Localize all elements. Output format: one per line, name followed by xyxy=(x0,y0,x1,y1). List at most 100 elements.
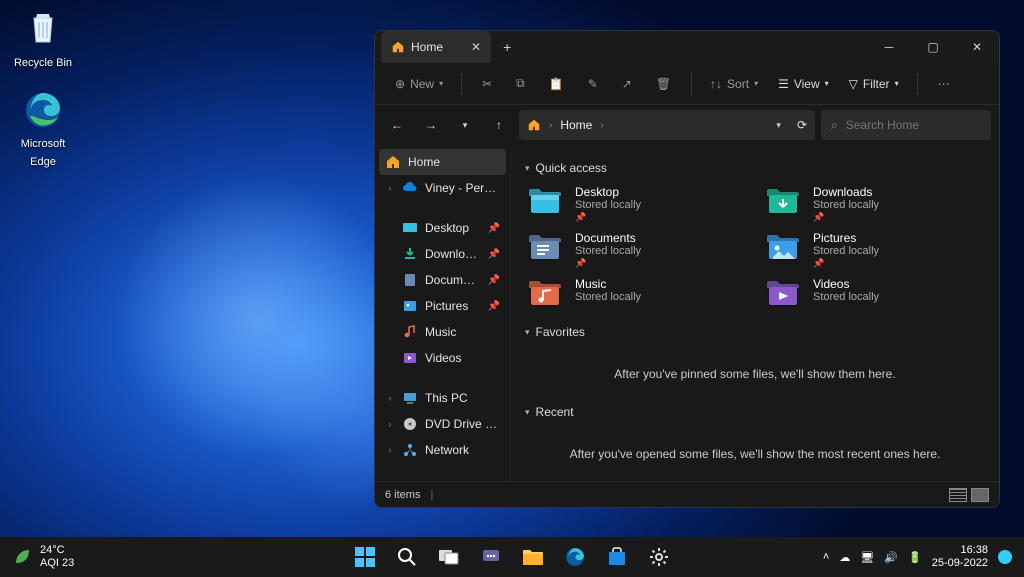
quick-access-videos[interactable]: VideosStored locally xyxy=(763,277,985,311)
cut-button[interactable]: ✂ xyxy=(472,72,502,96)
desktop-folder-icon xyxy=(402,220,418,236)
sidebar-item-music[interactable]: Music xyxy=(375,319,510,345)
sidebar-item-pictures[interactable]: Pictures 📌 xyxy=(375,293,510,319)
downloads-icon xyxy=(402,246,418,262)
onedrive-tray-icon[interactable]: ☁ xyxy=(839,551,850,564)
titlebar[interactable]: Home ✕ + ─ ▢ ✕ xyxy=(375,31,999,63)
desktop-icon-recycle-bin[interactable]: Recycle Bin xyxy=(8,8,78,71)
qa-item-sub: Stored locally xyxy=(813,245,879,257)
expand-icon[interactable]: › xyxy=(385,419,395,429)
status-bar: 6 items | xyxy=(375,481,999,507)
details-view-button[interactable] xyxy=(949,488,967,502)
chat-button[interactable] xyxy=(473,539,509,575)
expand-icon[interactable]: › xyxy=(385,183,395,193)
quick-access-desktop[interactable]: DesktopStored locally📌 xyxy=(525,185,747,223)
sidebar-item-onedrive[interactable]: › Viney - Personal xyxy=(375,175,510,201)
qa-item-name: Music xyxy=(575,277,641,291)
section-quick-access[interactable]: ▾ Quick access xyxy=(525,161,985,175)
clock[interactable]: 16:38 25-09-2022 xyxy=(932,544,988,570)
sidebar-item-downloads[interactable]: Downloads 📌 xyxy=(375,241,510,267)
sidebar-item-videos[interactable]: Videos xyxy=(375,345,510,371)
view-button[interactable]: ☰View▾ xyxy=(770,72,837,96)
address-dropdown-icon[interactable]: ▾ xyxy=(776,120,781,131)
minimize-button[interactable]: ─ xyxy=(867,31,911,63)
folder-icon xyxy=(525,231,565,265)
tab-home[interactable]: Home ✕ xyxy=(381,31,491,63)
weather-widget[interactable]: 24°C AQI 23 xyxy=(12,544,74,570)
qa-item-sub: Stored locally xyxy=(575,245,641,257)
sidebar-item-dvd[interactable]: › DVD Drive (D:) CCC xyxy=(375,411,510,437)
paste-button[interactable]: 📋 xyxy=(539,72,574,96)
sidebar-item-network[interactable]: › Network xyxy=(375,437,510,463)
store-button[interactable] xyxy=(599,539,635,575)
file-explorer-button[interactable] xyxy=(515,539,551,575)
item-count: 6 items xyxy=(385,489,420,501)
file-explorer-window: Home ✕ + ─ ▢ ✕ ⊕New▾ ✂ ⧉ 📋 ✎ ↗ 🗑 ↑↓Sort▾… xyxy=(374,30,1000,508)
documents-icon xyxy=(402,272,418,288)
section-recent[interactable]: ▾ Recent xyxy=(525,405,985,419)
expand-icon[interactable]: › xyxy=(385,393,395,403)
qa-item-name: Desktop xyxy=(575,185,641,199)
qa-item-sub: Stored locally xyxy=(575,199,641,211)
quick-access-documents[interactable]: DocumentsStored locally📌 xyxy=(525,231,747,269)
maximize-button[interactable]: ▢ xyxy=(911,31,955,63)
edge-icon xyxy=(22,89,64,131)
chevron-down-icon: ▾ xyxy=(525,163,530,174)
folder-icon xyxy=(763,185,803,219)
quick-access-music[interactable]: MusicStored locally xyxy=(525,277,747,311)
tab-label: Home xyxy=(411,40,443,54)
pin-icon: 📌 xyxy=(488,301,500,312)
pin-icon: 📌 xyxy=(488,249,500,260)
refresh-button[interactable]: ⟳ xyxy=(797,118,807,132)
weather-temp: 24°C xyxy=(40,544,74,557)
folder-icon xyxy=(763,231,803,265)
pin-icon: 📌 xyxy=(813,258,879,269)
network-tray-icon[interactable]: 🖥 xyxy=(860,551,874,564)
recent-dropdown[interactable]: ▾ xyxy=(451,111,479,139)
filter-button[interactable]: ▽Filter▾ xyxy=(841,72,907,96)
battery-tray-icon[interactable]: 🔋 xyxy=(908,551,922,564)
clock-date: 25-09-2022 xyxy=(932,557,988,570)
copy-button[interactable]: ⧉ xyxy=(506,71,535,96)
edge-taskbar-button[interactable] xyxy=(557,539,593,575)
start-button[interactable] xyxy=(347,539,383,575)
delete-button[interactable]: 🗑 xyxy=(646,72,681,96)
more-button[interactable]: ⋯ xyxy=(928,72,960,96)
quick-access-downloads[interactable]: DownloadsStored locally📌 xyxy=(763,185,985,223)
task-view-button[interactable] xyxy=(431,539,467,575)
content-pane: ▾ Quick access DesktopStored locally📌Dow… xyxy=(511,145,999,481)
taskbar[interactable]: 24°C AQI 23 ˄ ☁ 🖥 🔊 🔋 16:38 25-09-2022 xyxy=(0,537,1024,577)
pin-icon: 📌 xyxy=(488,275,500,286)
back-button[interactable]: ← xyxy=(383,111,411,139)
sort-button[interactable]: ↑↓Sort▾ xyxy=(702,72,766,96)
sidebar-item-desktop[interactable]: Desktop 📌 xyxy=(375,215,510,241)
quick-access-pictures[interactable]: PicturesStored locally📌 xyxy=(763,231,985,269)
sidebar-item-home[interactable]: Home xyxy=(379,149,506,175)
section-favorites[interactable]: ▾ Favorites xyxy=(525,325,985,339)
up-button[interactable]: ↑ xyxy=(485,111,513,139)
volume-tray-icon[interactable]: 🔊 xyxy=(884,551,898,564)
search-input[interactable] xyxy=(846,118,981,132)
close-tab-icon[interactable]: ✕ xyxy=(471,40,481,54)
new-tab-button[interactable]: + xyxy=(503,39,511,55)
notifications-icon[interactable] xyxy=(998,550,1012,564)
address-bar[interactable]: › Home › ▾ ⟳ xyxy=(519,110,815,140)
settings-button[interactable] xyxy=(641,539,677,575)
sidebar-item-thispc[interactable]: › This PC xyxy=(375,385,510,411)
rename-button[interactable]: ✎ xyxy=(578,72,608,96)
chevron-down-icon: ▾ xyxy=(525,327,530,338)
pictures-icon xyxy=(402,298,418,314)
forward-button[interactable]: → xyxy=(417,111,445,139)
toolbar: ⊕New▾ ✂ ⧉ 📋 ✎ ↗ 🗑 ↑↓Sort▾ ☰View▾ ▽Filter… xyxy=(375,63,999,105)
breadcrumb-home[interactable]: Home xyxy=(560,118,592,132)
share-button[interactable]: ↗ xyxy=(612,72,642,96)
expand-icon[interactable]: › xyxy=(385,445,395,455)
tray-expand-icon[interactable]: ˄ xyxy=(823,551,829,563)
search-box[interactable]: ⌕ xyxy=(821,110,991,140)
close-button[interactable]: ✕ xyxy=(955,31,999,63)
desktop-icon-edge[interactable]: Microsoft Edge xyxy=(8,89,78,170)
search-button[interactable] xyxy=(389,539,425,575)
sidebar-item-documents[interactable]: Documents 📌 xyxy=(375,267,510,293)
new-button[interactable]: ⊕New▾ xyxy=(387,72,451,96)
thumbnails-view-button[interactable] xyxy=(971,488,989,502)
